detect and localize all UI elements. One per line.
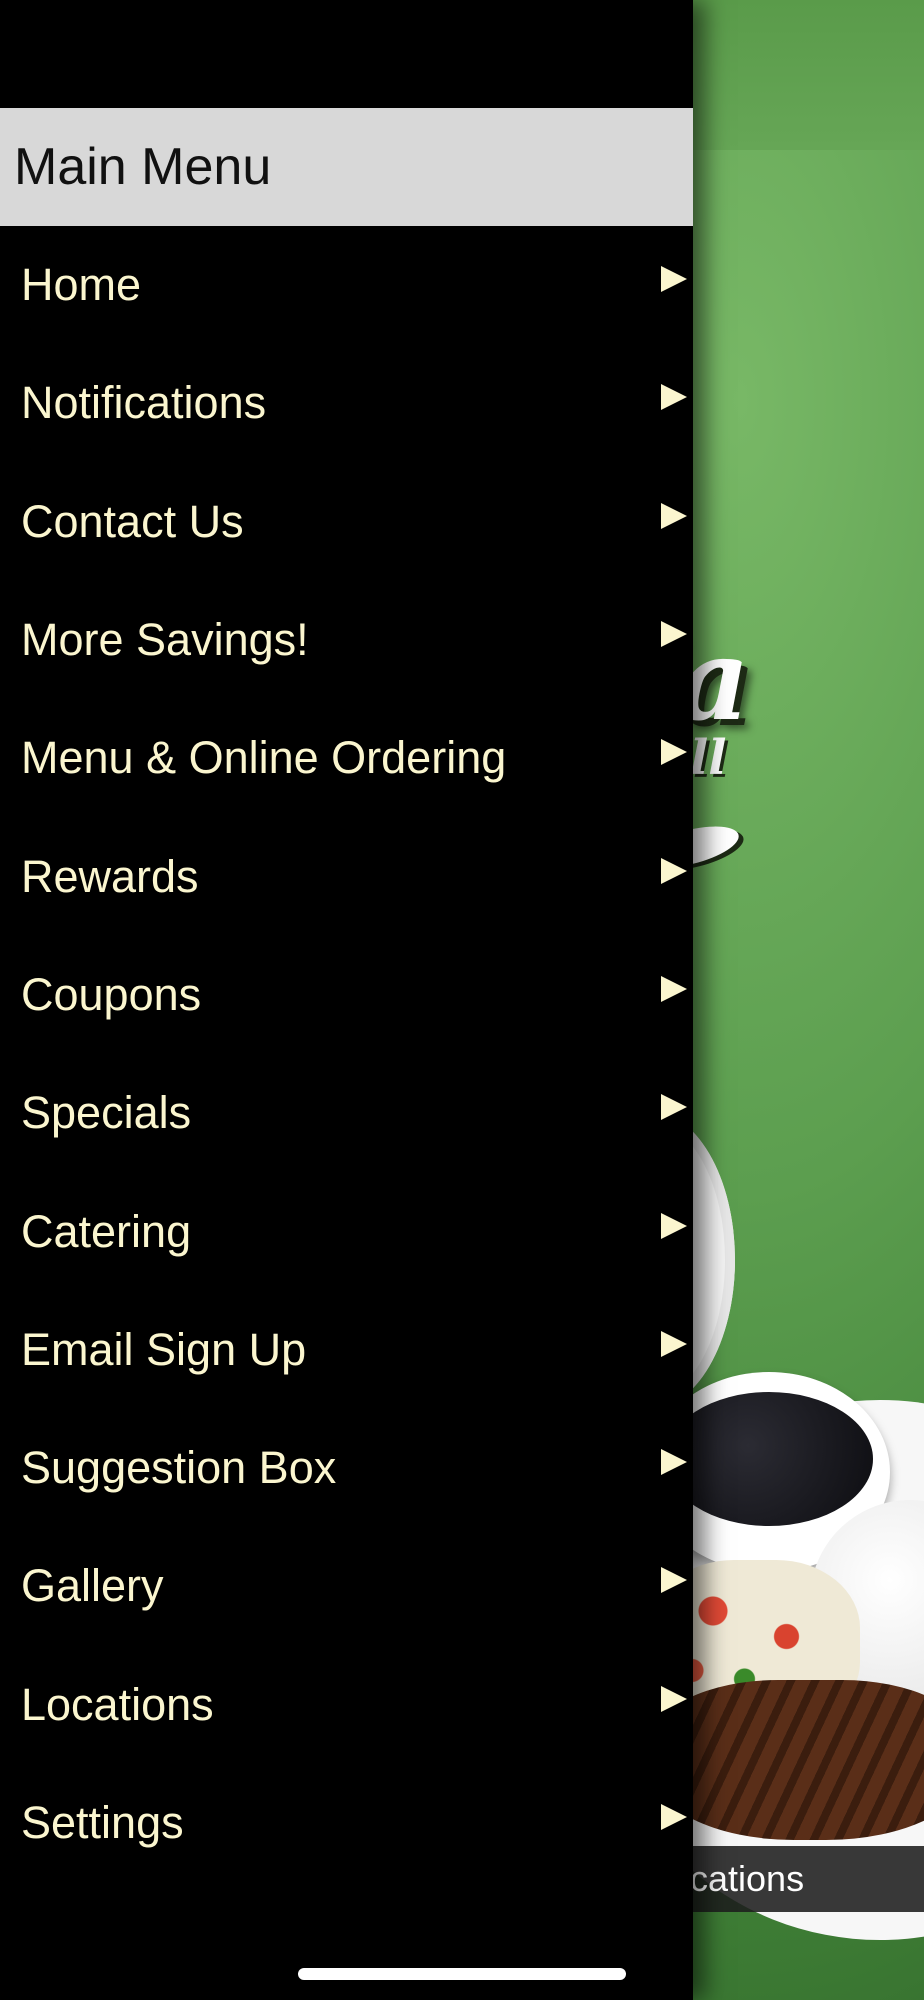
- menu-item-settings[interactable]: Settings: [0, 1764, 693, 1882]
- menu-item-locations[interactable]: Locations: [0, 1646, 693, 1764]
- chevron-right-icon: [661, 502, 687, 529]
- menu-item-label: More Savings!: [21, 614, 309, 666]
- background-logo-subtext: ll: [690, 730, 727, 786]
- menu-item-label: Coupons: [21, 968, 202, 1020]
- status-bar-area: [0, 0, 693, 108]
- background-notifications-toast[interactable]: fications: [660, 1846, 924, 1912]
- menu-item-contact-us[interactable]: Contact Us: [0, 463, 693, 581]
- menu-item-label: Email Sign Up: [21, 1323, 307, 1375]
- menu-item-label: Rewards: [21, 850, 199, 902]
- menu-item-suggestion-box[interactable]: Suggestion Box: [0, 1409, 693, 1527]
- menu-item-specials[interactable]: Specials: [0, 1054, 693, 1172]
- chevron-right-icon: [661, 1685, 687, 1712]
- menu-item-label: Settings: [21, 1797, 184, 1848]
- drawer-header-title: Main Menu: [14, 138, 272, 196]
- menu-item-label: Home: [21, 259, 142, 311]
- menu-item-coupons[interactable]: Coupons: [0, 936, 693, 1054]
- menu-item-label: Notifications: [21, 377, 267, 429]
- background-beans-image: [665, 1392, 873, 1526]
- menu-item-menu-online-ordering[interactable]: Menu & Online Ordering: [0, 699, 693, 817]
- chevron-right-icon: [661, 1804, 687, 1830]
- menu-item-label: Locations: [21, 1678, 214, 1730]
- menu-item-label: Catering: [21, 1205, 192, 1257]
- menu-item-catering[interactable]: Catering: [0, 1172, 693, 1290]
- menu-item-home[interactable]: Home: [0, 226, 693, 344]
- chevron-right-icon: [661, 1212, 687, 1239]
- menu-item-label: Contact Us: [21, 495, 244, 547]
- menu-item-more-savings[interactable]: More Savings!: [0, 581, 693, 699]
- chevron-right-icon: [661, 384, 687, 411]
- drawer-header: Main Menu: [0, 108, 693, 226]
- menu-item-gallery[interactable]: Gallery: [0, 1527, 693, 1645]
- menu-list: Home Notifications Contact Us More Savin…: [0, 226, 693, 1882]
- side-drawer-menu: Main Menu Home Notifications Contact Us …: [0, 0, 693, 2000]
- home-indicator[interactable]: [298, 1968, 626, 1980]
- chevron-right-icon: [661, 1330, 687, 1357]
- chevron-right-icon: [661, 975, 687, 1002]
- menu-item-label: Suggestion Box: [21, 1442, 337, 1494]
- chevron-right-icon: [661, 1094, 687, 1121]
- chevron-right-icon: [661, 1567, 687, 1594]
- menu-item-rewards[interactable]: Rewards: [0, 817, 693, 935]
- menu-item-label: Menu & Online Ordering: [21, 732, 507, 784]
- menu-item-email-sign-up[interactable]: Email Sign Up: [0, 1291, 693, 1409]
- menu-item-label: Specials: [21, 1087, 192, 1139]
- chevron-right-icon: [661, 621, 687, 648]
- chevron-right-icon: [661, 857, 687, 884]
- chevron-right-icon: [661, 266, 687, 293]
- menu-item-label: Gallery: [21, 1560, 164, 1612]
- menu-item-notifications[interactable]: Notifications: [0, 344, 693, 462]
- chevron-right-icon: [661, 1449, 687, 1476]
- chevron-right-icon: [661, 739, 687, 766]
